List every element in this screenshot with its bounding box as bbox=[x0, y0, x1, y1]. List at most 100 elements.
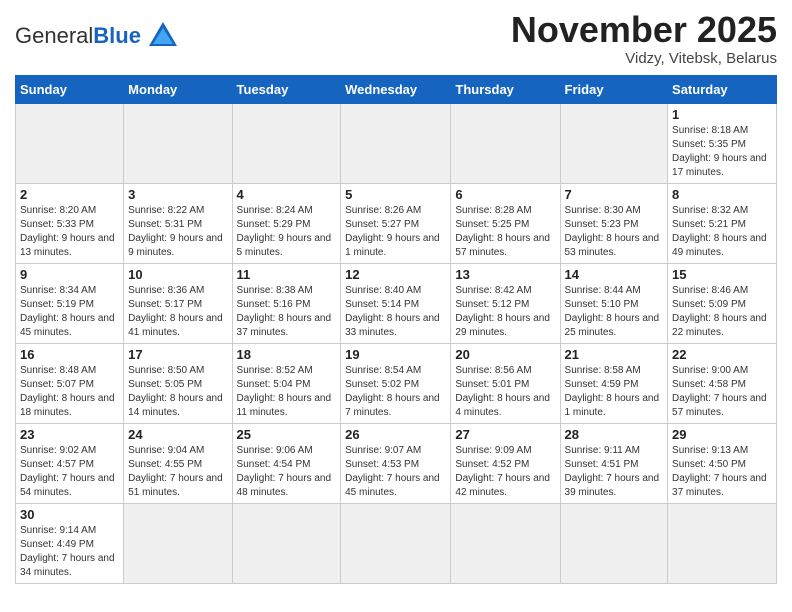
header-row: Sunday Monday Tuesday Wednesday Thursday… bbox=[16, 75, 777, 103]
day-cell bbox=[451, 503, 560, 583]
day-cell bbox=[341, 503, 451, 583]
day-number: 26 bbox=[345, 427, 446, 442]
day-info: Sunrise: 8:36 AM Sunset: 5:17 PM Dayligh… bbox=[128, 284, 227, 340]
header: GeneralBlue November 2025 Vidzy, Vitebsk… bbox=[15, 10, 777, 67]
day-info: Sunrise: 9:02 AM Sunset: 4:57 PM Dayligh… bbox=[20, 444, 119, 500]
day-number: 19 bbox=[345, 347, 446, 362]
day-number: 17 bbox=[128, 347, 227, 362]
day-cell bbox=[232, 103, 341, 183]
day-cell: 27 Sunrise: 9:09 AM Sunset: 4:52 PM Dayli… bbox=[451, 423, 560, 503]
day-info: Sunrise: 9:09 AM Sunset: 4:52 PM Dayligh… bbox=[455, 444, 555, 500]
col-monday: Monday bbox=[124, 75, 232, 103]
day-cell bbox=[341, 103, 451, 183]
day-number: 4 bbox=[237, 187, 337, 202]
day-number: 28 bbox=[565, 427, 664, 442]
day-info: Sunrise: 8:28 AM Sunset: 5:25 PM Dayligh… bbox=[455, 204, 555, 260]
week-row-0: 1Sunrise: 8:18 AM Sunset: 5:35 PM Daylig… bbox=[16, 103, 777, 183]
logo-general: General bbox=[15, 23, 93, 48]
day-info: Sunrise: 8:44 AM Sunset: 5:10 PM Dayligh… bbox=[565, 284, 664, 340]
day-cell: 30 Sunrise: 9:14 AM Sunset: 4:49 PM Dayli… bbox=[16, 503, 124, 583]
week-row-4: 23 Sunrise: 9:02 AM Sunset: 4:57 PM Dayli… bbox=[16, 423, 777, 503]
day-number: 11 bbox=[237, 267, 337, 282]
page: GeneralBlue November 2025 Vidzy, Vitebsk… bbox=[0, 0, 792, 599]
day-cell: 1Sunrise: 8:18 AM Sunset: 5:35 PM Daylig… bbox=[668, 103, 777, 183]
day-number: 14 bbox=[565, 267, 664, 282]
col-wednesday: Wednesday bbox=[341, 75, 451, 103]
day-cell: 17 Sunrise: 8:50 AM Sunset: 5:05 PM Dayli… bbox=[124, 343, 232, 423]
day-cell: 3 Sunrise: 8:22 AM Sunset: 5:31 PM Daylig… bbox=[124, 183, 232, 263]
week-row-5: 30 Sunrise: 9:14 AM Sunset: 4:49 PM Dayli… bbox=[16, 503, 777, 583]
col-friday: Friday bbox=[560, 75, 668, 103]
day-cell: 18 Sunrise: 8:52 AM Sunset: 5:04 PM Dayli… bbox=[232, 343, 341, 423]
day-info: Sunrise: 8:52 AM Sunset: 5:04 PM Dayligh… bbox=[237, 364, 337, 420]
day-cell: 25 Sunrise: 9:06 AM Sunset: 4:54 PM Dayli… bbox=[232, 423, 341, 503]
day-number: 30 bbox=[20, 507, 119, 522]
logo: GeneralBlue bbox=[15, 18, 181, 54]
day-cell: 9 Sunrise: 8:34 AM Sunset: 5:19 PM Daylig… bbox=[16, 263, 124, 343]
month-title: November 2025 bbox=[511, 10, 777, 50]
day-cell: 10 Sunrise: 8:36 AM Sunset: 5:17 PM Dayli… bbox=[124, 263, 232, 343]
day-info: Sunrise: 9:11 AM Sunset: 4:51 PM Dayligh… bbox=[565, 444, 664, 500]
logo-text: GeneralBlue bbox=[15, 23, 141, 49]
day-number: 18 bbox=[237, 347, 337, 362]
day-cell bbox=[16, 103, 124, 183]
day-cell bbox=[668, 503, 777, 583]
day-cell: 14 Sunrise: 8:44 AM Sunset: 5:10 PM Dayli… bbox=[560, 263, 668, 343]
day-number: 22 bbox=[672, 347, 772, 362]
day-number: 21 bbox=[565, 347, 664, 362]
day-cell bbox=[124, 103, 232, 183]
day-number: 23 bbox=[20, 427, 119, 442]
day-number: 16 bbox=[20, 347, 119, 362]
day-cell: 12Sunrise: 8:40 AM Sunset: 5:14 PM Dayli… bbox=[341, 263, 451, 343]
day-info: Sunrise: 9:07 AM Sunset: 4:53 PM Dayligh… bbox=[345, 444, 446, 500]
day-number: 15 bbox=[672, 267, 772, 282]
day-number: 3 bbox=[128, 187, 227, 202]
title-block: November 2025 Vidzy, Vitebsk, Belarus bbox=[511, 10, 777, 67]
day-cell: 2Sunrise: 8:20 AM Sunset: 5:33 PM Daylig… bbox=[16, 183, 124, 263]
day-cell bbox=[560, 503, 668, 583]
day-info: Sunrise: 8:18 AM Sunset: 5:35 PM Dayligh… bbox=[672, 124, 772, 180]
day-number: 25 bbox=[237, 427, 337, 442]
day-info: Sunrise: 8:40 AM Sunset: 5:14 PM Dayligh… bbox=[345, 284, 446, 340]
day-info: Sunrise: 8:30 AM Sunset: 5:23 PM Dayligh… bbox=[565, 204, 664, 260]
day-info: Sunrise: 8:58 AM Sunset: 4:59 PM Dayligh… bbox=[565, 364, 664, 420]
week-row-3: 16 Sunrise: 8:48 AM Sunset: 5:07 PM Dayli… bbox=[16, 343, 777, 423]
day-number: 10 bbox=[128, 267, 227, 282]
day-cell: 16 Sunrise: 8:48 AM Sunset: 5:07 PM Dayli… bbox=[16, 343, 124, 423]
col-saturday: Saturday bbox=[668, 75, 777, 103]
day-cell: 28 Sunrise: 9:11 AM Sunset: 4:51 PM Dayli… bbox=[560, 423, 668, 503]
day-info: Sunrise: 8:26 AM Sunset: 5:27 PM Dayligh… bbox=[345, 204, 446, 260]
day-number: 5 bbox=[345, 187, 446, 202]
subtitle: Vidzy, Vitebsk, Belarus bbox=[511, 50, 777, 67]
day-info: Sunrise: 8:34 AM Sunset: 5:19 PM Dayligh… bbox=[20, 284, 119, 340]
day-info: Sunrise: 8:22 AM Sunset: 5:31 PM Dayligh… bbox=[128, 204, 227, 260]
day-info: Sunrise: 8:54 AM Sunset: 5:02 PM Dayligh… bbox=[345, 364, 446, 420]
day-cell: 24Sunrise: 9:04 AM Sunset: 4:55 PM Dayli… bbox=[124, 423, 232, 503]
day-info: Sunrise: 9:13 AM Sunset: 4:50 PM Dayligh… bbox=[672, 444, 772, 500]
day-info: Sunrise: 8:50 AM Sunset: 5:05 PM Dayligh… bbox=[128, 364, 227, 420]
day-cell: 7Sunrise: 8:30 AM Sunset: 5:23 PM Daylig… bbox=[560, 183, 668, 263]
day-cell: 19 Sunrise: 8:54 AM Sunset: 5:02 PM Dayli… bbox=[341, 343, 451, 423]
day-cell bbox=[232, 503, 341, 583]
day-info: Sunrise: 9:04 AM Sunset: 4:55 PM Dayligh… bbox=[128, 444, 227, 500]
day-cell: 11Sunrise: 8:38 AM Sunset: 5:16 PM Dayli… bbox=[232, 263, 341, 343]
day-info: Sunrise: 8:48 AM Sunset: 5:07 PM Dayligh… bbox=[20, 364, 119, 420]
day-info: Sunrise: 9:00 AM Sunset: 4:58 PM Dayligh… bbox=[672, 364, 772, 420]
day-cell: 5 Sunrise: 8:26 AM Sunset: 5:27 PM Daylig… bbox=[341, 183, 451, 263]
col-thursday: Thursday bbox=[451, 75, 560, 103]
day-info: Sunrise: 9:14 AM Sunset: 4:49 PM Dayligh… bbox=[20, 524, 119, 580]
day-number: 20 bbox=[455, 347, 555, 362]
day-info: Sunrise: 8:24 AM Sunset: 5:29 PM Dayligh… bbox=[237, 204, 337, 260]
day-cell: 4 Sunrise: 8:24 AM Sunset: 5:29 PM Daylig… bbox=[232, 183, 341, 263]
day-cell bbox=[451, 103, 560, 183]
col-tuesday: Tuesday bbox=[232, 75, 341, 103]
day-number: 9 bbox=[20, 267, 119, 282]
day-number: 27 bbox=[455, 427, 555, 442]
day-cell: 8Sunrise: 8:32 AM Sunset: 5:21 PM Daylig… bbox=[668, 183, 777, 263]
day-info: Sunrise: 8:32 AM Sunset: 5:21 PM Dayligh… bbox=[672, 204, 772, 260]
logo-icon bbox=[145, 18, 181, 54]
day-info: Sunrise: 9:06 AM Sunset: 4:54 PM Dayligh… bbox=[237, 444, 337, 500]
day-cell: 21 Sunrise: 8:58 AM Sunset: 4:59 PM Dayli… bbox=[560, 343, 668, 423]
day-number: 13 bbox=[455, 267, 555, 282]
day-cell bbox=[560, 103, 668, 183]
